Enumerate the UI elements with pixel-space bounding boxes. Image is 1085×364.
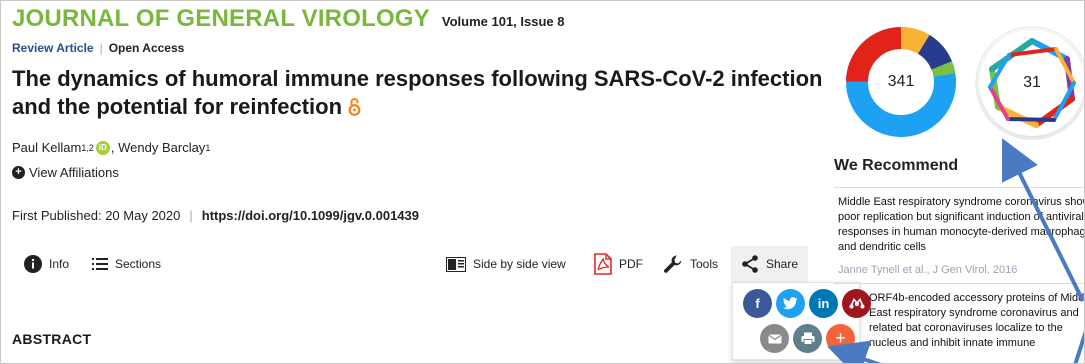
list-icon [92,258,108,270]
altmetric-score: 341 [887,73,915,90]
pub-separator: | [189,208,193,223]
access-label: Open Access [108,41,185,55]
meta-separator: | [99,41,103,55]
author-name[interactable]: Wendy Barclay [118,140,205,155]
view-affiliations-toggle[interactable]: + View Affiliations [12,165,119,180]
plus-circle-icon: + [12,166,25,179]
article-title-text: The dynamics of humoral immune responses… [12,66,823,119]
pdf-label: PDF [619,257,643,271]
divider [834,187,1084,188]
published-date: First Published: 20 May 2020 [12,208,181,223]
doi-link[interactable]: https://doi.org/10.1099/jgv.0.001439 [202,208,419,223]
sections-button[interactable]: Sections [92,246,161,282]
mendeley-share-icon[interactable] [842,289,871,318]
share-button[interactable]: Share [731,246,809,282]
pdf-button[interactable]: PDF [594,246,643,282]
side-by-side-icon [446,256,466,272]
divider [834,283,1084,284]
article-page: JOURNAL OF GENERAL VIROLOGY Volume 101, … [0,0,1085,364]
tools-button[interactable]: Tools [663,246,718,282]
author-name[interactable]: Paul Kellam [12,140,81,155]
sections-label: Sections [115,257,162,271]
recommended-article-link[interactable]: ORF4b-encoded accessory proteins of Midd… [869,291,1084,351]
email-share-icon[interactable] [760,324,789,353]
article-type[interactable]: Review Article [12,41,94,55]
twitter-share-icon[interactable] [776,289,805,318]
share-popover: f in + [732,282,871,360]
journal-header: JOURNAL OF GENERAL VIROLOGY Volume 101, … [12,5,565,33]
view-affiliations-label: View Affiliations [29,165,119,180]
author-affil-sup: 1,2 [81,142,94,153]
pdf-icon [594,253,612,275]
share-icon [742,255,758,273]
we-recommend-heading: We Recommend [834,157,959,174]
tools-label: Tools [690,257,719,271]
orcid-icon[interactable]: iD [95,140,110,155]
journal-title[interactable]: JOURNAL OF GENERAL VIROLOGY [12,5,430,33]
info-icon [24,255,42,273]
linkedin-share-icon[interactable]: in [809,289,838,318]
journal-volume[interactable]: Volume 101, Issue 8 [442,14,565,29]
recommended-article-link[interactable]: Middle East respiratory syndrome coronav… [838,195,1084,255]
more-share-icon[interactable]: + [826,324,855,353]
side-by-side-label: Side by side view [473,257,566,271]
side-by-side-button[interactable]: Side by side view [446,246,566,282]
info-label: Info [49,257,70,271]
open-access-lock-icon [348,95,361,123]
abstract-heading: ABSTRACT [12,331,92,347]
article-toolbar: Info Sections Side by side view PDF Tool… [12,246,812,282]
share-label: Share [766,257,799,271]
author-separator: , [110,140,119,155]
article-title: The dynamics of humoral immune responses… [12,65,832,123]
info-button[interactable]: Info [24,246,69,282]
publication-line: First Published: 20 May 2020 | https://doi… [12,208,419,223]
wrench-icon [664,255,682,273]
dimensions-badge[interactable]: 31 [974,25,1084,141]
article-meta: Review Article | Open Access [12,41,184,55]
altmetric-badge[interactable]: 341 [846,27,956,137]
author-list: Paul Kellam 1,2 iD, Wendy Barclay 1 [12,140,210,155]
author-affil-sup: 1 [205,142,211,153]
recommended-article-source: Janne Tynell et al., J Gen Virol, 2016 [838,264,1018,276]
facebook-share-icon[interactable]: f [743,289,772,318]
print-share-icon[interactable] [793,324,822,353]
dimensions-citations: 31 [1023,74,1041,91]
